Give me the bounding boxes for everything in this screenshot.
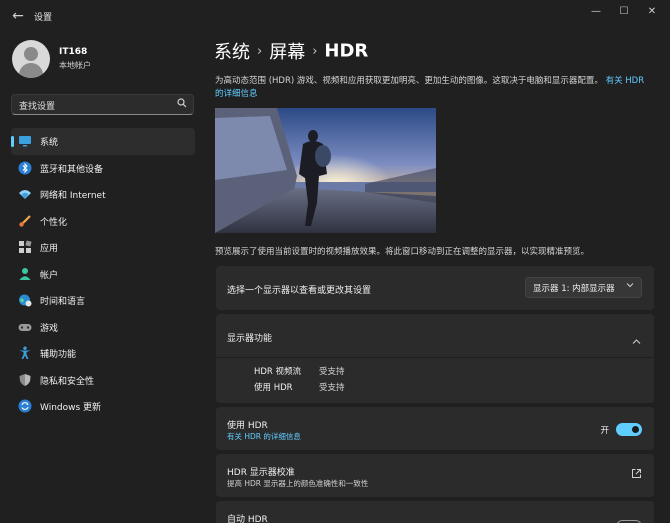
update-icon — [18, 399, 32, 413]
sidebar-item-label: 游戏 — [40, 323, 59, 334]
auto-hdr-card: 自动 HDR — [216, 501, 654, 523]
sidebar-item-gaming[interactable]: 游戏 — [11, 314, 195, 341]
sidebar-nav: 系统 蓝牙和其他设备 网络和 Internet 个性化 应用 帐户 时间和语言 … — [11, 128, 195, 420]
display-select-label: 选择一个显示器以查看或更改其设置 — [227, 286, 372, 296]
display-dropdown[interactable]: 显示器 1: 内部显示器 — [525, 277, 642, 298]
hdr-calibration-title: HDR 显示器校准 — [227, 468, 295, 478]
feature-name: 使用 HDR — [254, 383, 293, 393]
display-select-card: 选择一个显示器以查看或更改其设置 显示器 1: 内部显示器 — [216, 266, 654, 310]
display-features-card: 显示器功能 HDR 视频流 受支持 使用 HDR 受支持 — [216, 314, 654, 403]
sidebar-item-label: 网络和 Internet — [40, 191, 106, 201]
hdr-calibration-card[interactable]: HDR 显示器校准 提高 HDR 显示器上的颜色准确性和一致性 — [216, 454, 654, 497]
feature-status: 受支持 — [319, 367, 345, 377]
sidebar-item-label: Windows 更新 — [40, 403, 102, 413]
feature-row: HDR 视频流 受支持 — [254, 365, 345, 377]
sidebar-item-label: 应用 — [40, 244, 59, 254]
use-hdr-card: 使用 HDR 有关 HDR 的详细信息 开 — [216, 407, 654, 450]
description-text: 为高动态范围 (HDR) 游戏、视频和应用获取更加明亮、更加生动的图像。这取决于… — [215, 76, 603, 86]
search-icon[interactable] — [177, 98, 187, 111]
sidebar-item-windows-update[interactable]: Windows 更新 — [11, 393, 195, 420]
chevron-down-icon — [626, 281, 634, 292]
breadcrumb-system[interactable]: 系统 — [214, 42, 250, 63]
page-title: HDR — [324, 40, 369, 62]
sidebar-item-accessibility[interactable]: 辅助功能 — [11, 340, 195, 367]
brush-icon — [19, 214, 31, 227]
account-type: 本地帐户 — [59, 61, 91, 70]
hdr-description: 为高动态范围 (HDR) 游戏、视频和应用获取更加明亮、更加生动的图像。这取决于… — [215, 75, 655, 101]
sidebar-item-accounts[interactable]: 帐户 — [11, 261, 195, 288]
sidebar-item-personalization[interactable]: 个性化 — [11, 208, 195, 235]
shield-icon — [19, 373, 31, 386]
wifi-icon — [19, 190, 31, 199]
maximize-button[interactable]: ☐ — [612, 4, 636, 20]
title-bar: ← 设置 — ☐ ✕ — [0, 0, 670, 32]
sidebar-item-network[interactable]: 网络和 Internet — [11, 181, 195, 208]
person-icon — [19, 267, 31, 280]
sidebar-item-label: 蓝牙和其他设备 — [40, 164, 104, 175]
avatar — [12, 40, 50, 78]
sidebar-item-system[interactable]: 系统 — [11, 128, 195, 155]
use-hdr-title: 使用 HDR — [227, 421, 268, 431]
breadcrumb-display[interactable]: 屏幕 — [269, 42, 305, 63]
feature-status: 受支持 — [319, 383, 345, 393]
accessibility-icon — [19, 346, 31, 359]
breadcrumb: 系统 › 屏幕 › HDR — [214, 38, 368, 64]
sidebar-item-time-language[interactable]: 时间和语言 — [11, 287, 195, 314]
sidebar-item-label: 个性化 — [40, 217, 68, 228]
globe-clock-icon — [19, 294, 32, 307]
close-button[interactable]: ✕ — [640, 4, 664, 20]
feature-row: 使用 HDR 受支持 — [254, 381, 345, 393]
monitor-icon — [19, 136, 31, 147]
display-features-title: 显示器功能 — [227, 334, 273, 344]
user-name: IT168 — [59, 47, 88, 57]
minimize-button[interactable]: — — [584, 4, 608, 20]
use-hdr-toggle[interactable] — [616, 423, 642, 436]
apps-icon — [19, 240, 32, 253]
bluetooth-icon — [18, 161, 32, 174]
app-title: 设置 — [34, 13, 53, 23]
feature-name: HDR 视频流 — [254, 367, 302, 377]
sidebar-item-label: 时间和语言 — [40, 297, 86, 307]
chevron-up-icon[interactable] — [632, 331, 641, 350]
sidebar-item-label: 系统 — [40, 138, 59, 148]
breadcrumb-separator: › — [312, 43, 318, 59]
breadcrumb-separator: › — [257, 43, 263, 59]
sidebar-item-apps[interactable]: 应用 — [11, 234, 195, 261]
sidebar-item-bluetooth[interactable]: 蓝牙和其他设备 — [11, 155, 195, 182]
sidebar-item-label: 隐私和安全性 — [40, 376, 95, 387]
search-input[interactable]: 查找设置 — [11, 94, 194, 115]
hdr-preview-video — [215, 108, 436, 233]
back-button[interactable]: ← — [8, 6, 28, 26]
auto-hdr-title: 自动 HDR — [227, 515, 268, 523]
toggle-state-label: 开 — [600, 426, 609, 436]
hdr-calibration-subtitle: 提高 HDR 显示器上的颜色准确性和一致性 — [227, 479, 369, 488]
display-features-header[interactable]: 显示器功能 — [216, 314, 654, 358]
gamepad-icon — [18, 323, 32, 331]
sidebar-item-label: 辅助功能 — [40, 350, 77, 360]
use-hdr-info-link[interactable]: 有关 HDR 的详细信息 — [227, 431, 301, 442]
sidebar-item-label: 帐户 — [40, 270, 59, 281]
display-dropdown-value: 显示器 1: 内部显示器 — [533, 284, 615, 294]
preview-caption: 预览展示了使用当前设置时的视频播放效果。将此窗口移动到正在调整的显示器，以实现精… — [215, 247, 590, 257]
external-link-icon[interactable] — [631, 468, 642, 479]
sidebar-item-privacy-security[interactable]: 隐私和安全性 — [11, 367, 195, 394]
search-placeholder: 查找设置 — [19, 102, 56, 112]
